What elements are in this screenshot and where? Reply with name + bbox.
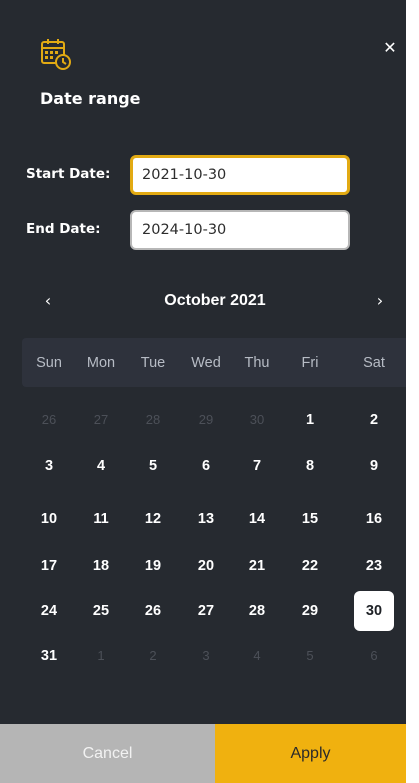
weekday-tue: Tue <box>140 355 166 371</box>
weekday-wed: Wed <box>191 355 221 371</box>
calendar-day[interactable]: 27 <box>186 591 226 631</box>
calendar-day-selected[interactable]: 30 <box>354 591 394 631</box>
weekday-thu: Thu <box>244 355 270 371</box>
calendar-day[interactable]: 18 <box>81 546 121 586</box>
calendar-day[interactable]: 11 <box>81 499 121 539</box>
calendar-day-outside: 2 <box>149 648 157 663</box>
calendar-day-outside: 30 <box>249 412 265 427</box>
calendar-day[interactable]: 23 <box>354 546 394 586</box>
calendar-day[interactable]: 29 <box>290 591 330 631</box>
calendar-day[interactable]: 28 <box>237 591 277 631</box>
month-label: October 2021 <box>164 292 266 309</box>
calendar-day[interactable]: 8 <box>290 446 330 486</box>
dialog-title: Date range <box>40 89 141 108</box>
calendar-day[interactable]: 7 <box>237 446 277 486</box>
start-date-label: Start Date: <box>26 166 111 182</box>
calendar-day-outside: 26 <box>41 412 57 427</box>
start-date-input[interactable] <box>130 155 350 195</box>
calendar-day-outside: 5 <box>306 648 314 663</box>
weekday-sat: Sat <box>363 355 385 371</box>
calendar-day[interactable]: 1 <box>290 400 330 440</box>
calendar-day[interactable]: 6 <box>186 446 226 486</box>
calendar-day[interactable]: 16 <box>354 499 394 539</box>
calendar-day-outside: 1 <box>97 648 105 663</box>
calendar-day[interactable]: 17 <box>29 546 69 586</box>
calendar-day[interactable]: 14 <box>237 499 277 539</box>
calendar-day[interactable]: 24 <box>29 591 69 631</box>
next-month-button[interactable]: › <box>370 291 390 311</box>
calendar-day-outside: 6 <box>370 648 378 663</box>
calendar-clock-icon <box>41 39 71 70</box>
calendar-day[interactable]: 26 <box>133 591 173 631</box>
calendar-day[interactable]: 21 <box>237 546 277 586</box>
calendar-day-outside: 28 <box>145 412 161 427</box>
calendar-day-outside: 29 <box>198 412 214 427</box>
calendar-day-outside: 4 <box>253 648 261 663</box>
close-icon[interactable]: ✕ <box>382 40 398 56</box>
weekday-sun: Sun <box>36 355 62 371</box>
calendar-day[interactable]: 3 <box>29 446 69 486</box>
calendar-day[interactable]: 20 <box>186 546 226 586</box>
end-date-input[interactable] <box>130 210 350 250</box>
calendar-day-outside: 3 <box>202 648 210 663</box>
calendar-day[interactable]: 22 <box>290 546 330 586</box>
calendar-day[interactable]: 10 <box>29 499 69 539</box>
calendar-day[interactable]: 25 <box>81 591 121 631</box>
calendar-day[interactable]: 12 <box>133 499 173 539</box>
calendar-day[interactable]: 31 <box>29 636 69 676</box>
calendar-day[interactable]: 15 <box>290 499 330 539</box>
weekday-fri: Fri <box>301 355 319 371</box>
weekday-mon: Mon <box>86 355 116 371</box>
calendar-day[interactable]: 4 <box>81 446 121 486</box>
date-range-panel: ✕ Date range Start Date: End Date: ‹ Oct… <box>0 0 406 783</box>
calendar-day[interactable]: 19 <box>133 546 173 586</box>
calendar-day[interactable]: 13 <box>186 499 226 539</box>
calendar-day[interactable]: 2 <box>354 400 394 440</box>
calendar-day[interactable]: 5 <box>133 446 173 486</box>
cancel-button[interactable]: Cancel <box>0 724 215 783</box>
end-date-label: End Date: <box>26 221 101 237</box>
apply-button[interactable]: Apply <box>215 724 406 783</box>
calendar-day[interactable]: 9 <box>354 446 394 486</box>
calendar-day-outside: 27 <box>93 412 109 427</box>
